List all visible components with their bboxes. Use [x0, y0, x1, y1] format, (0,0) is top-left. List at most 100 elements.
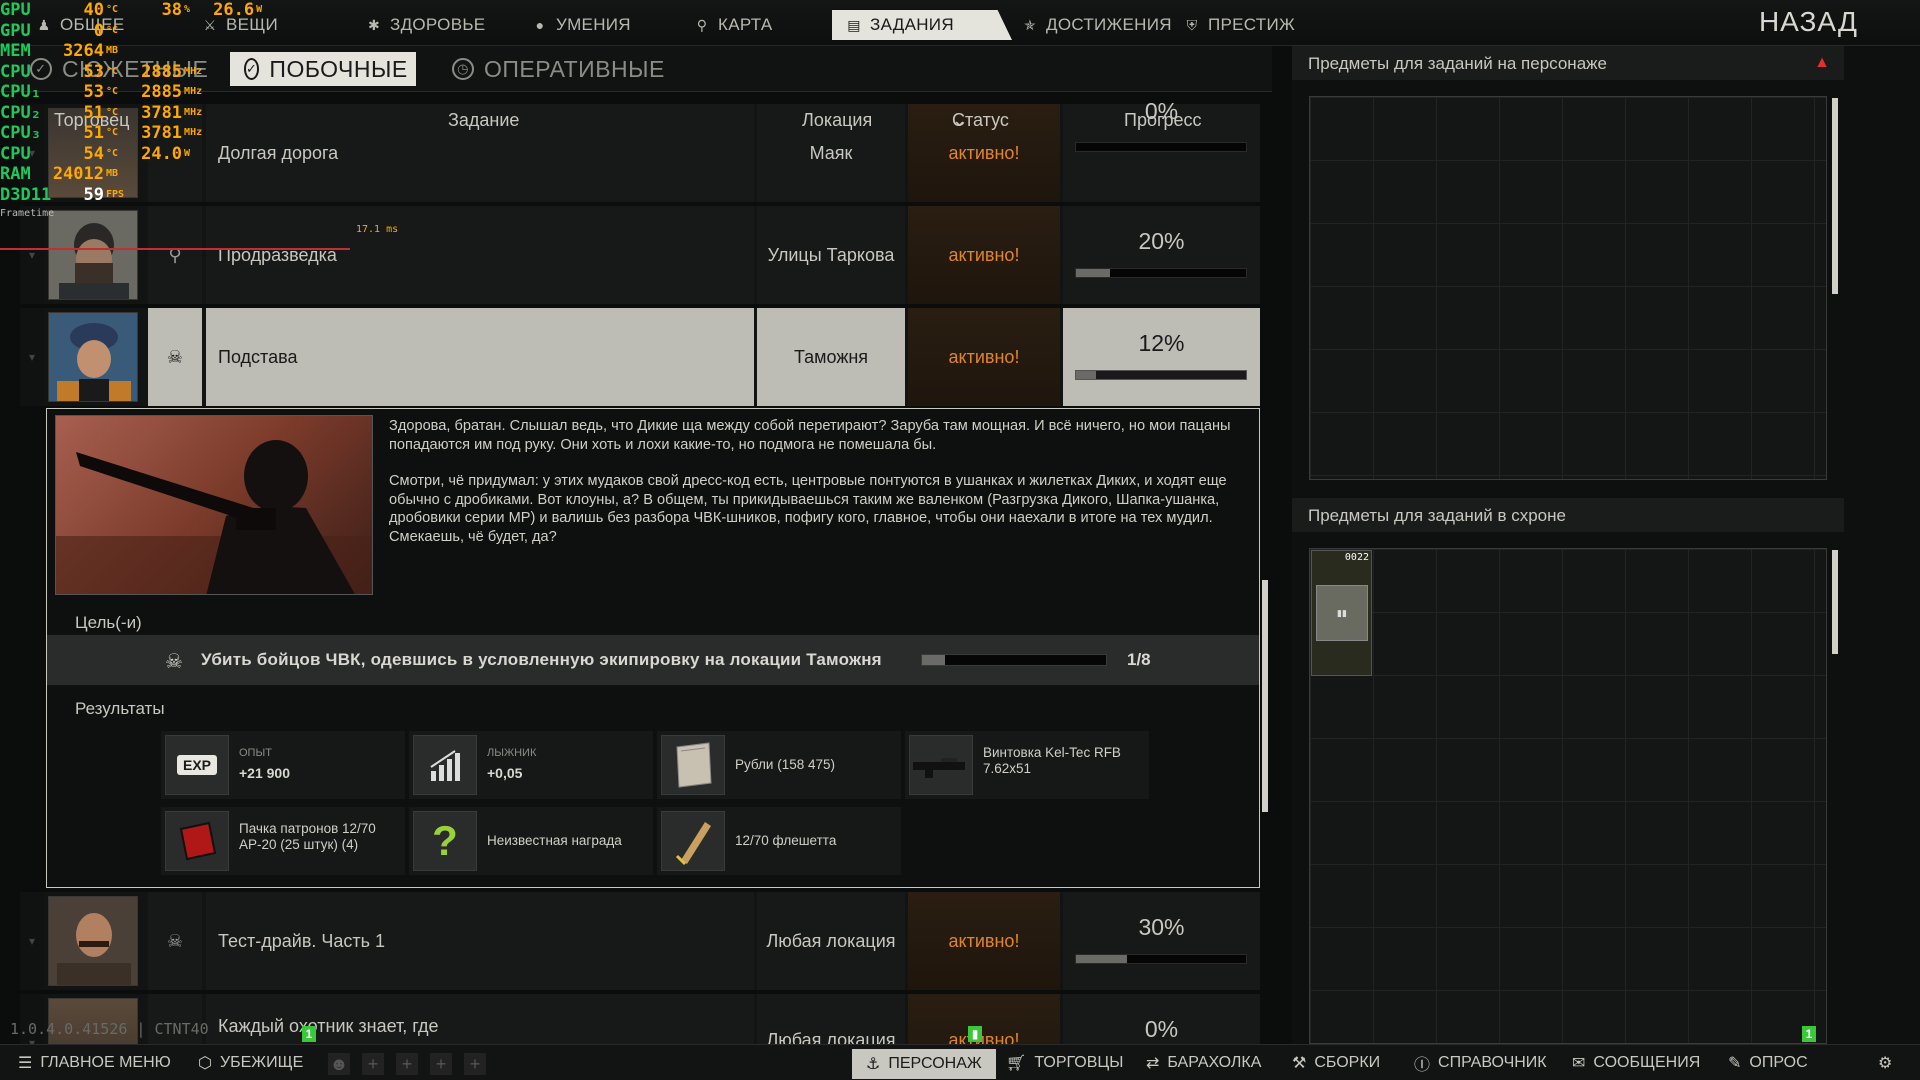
osd-label: CPU [0, 143, 31, 164]
stash-item-flash-drive[interactable]: 0022 ▮▮ [1311, 550, 1372, 676]
progress-bar [1075, 954, 1247, 964]
osd-row: D3D11 59 FPS [0, 185, 270, 206]
reward-rifle[interactable]: Винтовка Kel-Tec RFB 7.62x51 [905, 731, 1149, 799]
flash-drive-icon: ▮▮ [1316, 585, 1368, 641]
osd-unit: °C [106, 4, 119, 15]
quick-slot-avatar[interactable]: ☻ [328, 1053, 350, 1075]
osd-label: CPU₁ [0, 82, 41, 102]
trader-portrait [49, 313, 137, 401]
reward-skill[interactable]: ЛЫЖНИК +0,05 [409, 731, 653, 799]
quick-slot-add[interactable]: + [464, 1053, 486, 1075]
avatar [48, 896, 138, 986]
osd-unit: MHz [184, 65, 203, 77]
quest-location: Улицы Таркова [757, 206, 905, 304]
rewards-header: Результаты [75, 699, 165, 718]
survey-icon: ✎ [1728, 1055, 1742, 1072]
traders-button[interactable]: 🛒︎ ТОРГОВЦЫ [1006, 1045, 1123, 1080]
osd-unit: MHz [184, 86, 203, 97]
osd-value: 3264 [63, 41, 104, 61]
objectives-header: Цель(-и) [75, 613, 142, 632]
handbook-button[interactable]: ⓘ СПРАВОЧНИК [1414, 1045, 1547, 1080]
hideout-button[interactable]: ⬡ УБЕЖИЩЕ [198, 1045, 303, 1080]
osd-value: 51 [83, 102, 104, 123]
progress-fill [1076, 269, 1110, 277]
progress-bar [1075, 370, 1247, 380]
tab-map[interactable]: ⚲ КАРТА [694, 10, 772, 40]
stash-items-grid[interactable] [1309, 548, 1827, 1044]
quest-description: Здорова, братан. Слышал ведь, что Дикие … [389, 418, 1231, 545]
table-row[interactable]: ▾ ⚲ Продразведка Улицы Таркова активно! … [20, 206, 1260, 304]
status-badge: активно! [908, 994, 1060, 1046]
reward-ammo-pack[interactable]: Пачка патронов 12/70 AP-20 (25 штук) (4) [161, 807, 405, 875]
reward-exp[interactable]: EXP ОПЫТ +21 900 [161, 731, 405, 799]
osd-unit: W [184, 147, 191, 159]
osd-value: 53 [83, 82, 104, 102]
tab-prestige[interactable]: ⛨ ПРЕСТИЖ [1184, 10, 1295, 40]
objective-text: Убить бойцов ЧВК, одевшись в условленную… [201, 650, 882, 669]
reward-unknown[interactable]: ? Неизвестная награда [409, 807, 653, 875]
osd-value: 59 [83, 184, 104, 205]
character-button[interactable]: ⚓ ПЕРСОНАЖ [852, 1049, 996, 1079]
performance-overlay: GPU 40 °C 38% 26.6 W GPU 0 °C MEM 3264 MB CPU 53 °C 288… [0, 0, 270, 205]
osd-unit: °C [106, 86, 119, 97]
tab-health[interactable]: ✱ ЗДОРОВЬЕ [366, 10, 485, 40]
osd-unit: MHz [184, 127, 203, 138]
tab-achievements[interactable]: ✯ ДОСТИЖЕНИЯ [1022, 10, 1172, 40]
drag-handle-icon: ▾ [20, 206, 44, 304]
osd-unit: FPS [106, 188, 125, 200]
prestige-icon: ⛨ [1186, 16, 1198, 33]
subtab-operational[interactable]: ◷ ОПЕРАТИВНЫЕ [452, 52, 665, 86]
health-icon: ✱ [367, 16, 381, 33]
quest-name: Подстава [206, 308, 754, 406]
progress-percent: 20% [1138, 228, 1185, 254]
progress-percent: 0% [1144, 1016, 1179, 1042]
tasks-icon: ▤ [847, 16, 861, 33]
avatar [48, 312, 138, 402]
character-items-scrollbar[interactable] [1832, 98, 1838, 294]
reward-flechette[interactable]: 12/70 флешетта [657, 807, 901, 875]
quick-slot-add[interactable]: + [362, 1053, 384, 1075]
table-row-selected[interactable]: ▾ ☠ Подстава Таможня активно! 12% [20, 308, 1260, 406]
quick-slot-add[interactable]: + [430, 1053, 452, 1075]
items-on-character-header: Предметы для заданий на персонаже ▲ [1292, 46, 1844, 80]
frametime-label: Frametime [0, 208, 55, 219]
quest-progress: 12% [1063, 308, 1260, 406]
osd-label: D3D11 [0, 184, 52, 205]
flea-market-button[interactable]: ⇄ БАРАХОЛКА [1146, 1045, 1261, 1080]
reward-roubles[interactable]: Рубли (158 475) [657, 731, 901, 799]
survey-button[interactable]: ✎ ОПРОС [1728, 1045, 1808, 1080]
version-label: 1.0.4.0.41526 | CTNT40 [10, 1020, 209, 1038]
messages-button[interactable]: ✉ СООБЩЕНИЯ [1572, 1045, 1700, 1080]
character-items-grid[interactable] [1309, 96, 1827, 480]
tab-skills[interactable]: ● УМЕНИЯ [532, 10, 631, 40]
quest-progress: 0% [1063, 994, 1260, 1046]
osd-unit: °C [106, 65, 119, 77]
osd-value: 40 [83, 0, 104, 20]
notification-badge: 1 [302, 1026, 316, 1042]
table-row[interactable]: ▾ ☠ Тест-драйв. Часть 1 Любая локация ак… [20, 892, 1260, 990]
main-menu-button[interactable]: ☰ ГЛАВНОЕ МЕНЮ [18, 1045, 171, 1080]
quest-progress: 30% [1063, 892, 1260, 990]
hideout-icon: ⬡ [198, 1055, 212, 1072]
trader-portrait [49, 897, 137, 985]
question-icon: ? [413, 811, 477, 871]
handbook-icon: ⓘ [1414, 1057, 1431, 1074]
back-button[interactable]: НАЗАД [1759, 6, 1858, 38]
progress-fill [922, 655, 945, 665]
quest-list-scrollbar[interactable] [1262, 580, 1268, 812]
osd-row: CPU₂ 51 °C 3781 MHz [0, 103, 270, 124]
osd-value: 53 [83, 61, 104, 82]
tab-tasks[interactable]: ▤ ЗАДАНИЯ [832, 10, 1012, 40]
objective-count: 1/8 [1127, 650, 1151, 669]
builds-button[interactable]: ⚒ СБОРКИ [1292, 1045, 1380, 1080]
header-progress: Прогресс [1124, 110, 1202, 130]
trader-portrait [49, 211, 137, 299]
quick-slot-add[interactable]: + [396, 1053, 418, 1075]
flea-icon: ⇄ [1146, 1055, 1160, 1072]
settings-button[interactable]: ⚙ [1878, 1045, 1892, 1080]
stash-items-scrollbar[interactable] [1832, 550, 1838, 654]
exp-icon: EXP [165, 735, 229, 795]
osd-unit: MB [106, 45, 119, 56]
clock-icon: ◷ [452, 58, 474, 80]
ammo-pack-icon [165, 811, 229, 871]
